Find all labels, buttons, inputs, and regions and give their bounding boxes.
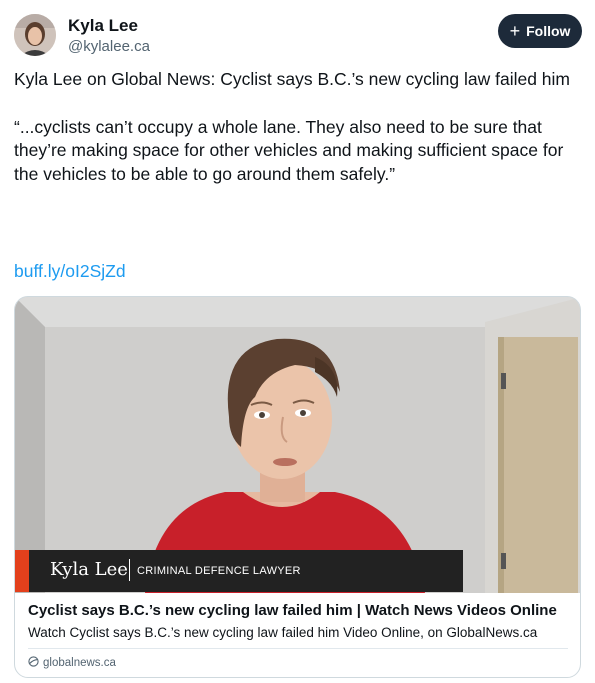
card-domain-row[interactable]: globalnews.ca <box>28 656 116 670</box>
post-header: Kyla Lee @kylalee.ca + Follow <box>14 12 582 58</box>
author-handle[interactable]: @kylalee.ca <box>68 38 150 55</box>
video-thumbnail[interactable]: Kyla Lee CRIMINAL DEFENCE LAWYER <box>15 297 580 593</box>
plus-icon: + <box>509 21 521 41</box>
globe-icon <box>28 656 39 670</box>
lower-third-name: Kyla Lee <box>50 559 128 580</box>
post-headline: Kyla Lee on Global News: Cyclist says B.… <box>14 69 571 89</box>
link-preview-card[interactable]: Kyla Lee CRIMINAL DEFENCE LAWYER Cyclist… <box>14 296 581 678</box>
post-quote: “...cyclists can’t occupy a whole lane. … <box>14 116 564 184</box>
post-link[interactable]: buff.ly/oI2SjZd <box>14 261 126 282</box>
lower-third-accent <box>15 550 29 592</box>
author-name[interactable]: Kyla Lee <box>68 16 138 36</box>
card-divider <box>28 648 568 649</box>
lower-third-role: CRIMINAL DEFENCE LAWYER <box>137 565 301 577</box>
card-description: Watch Cyclist says B.C.’s new cycling la… <box>28 625 538 640</box>
card-title[interactable]: Cyclist says B.C.’s new cycling law fail… <box>28 602 557 619</box>
lower-third-banner: Kyla Lee CRIMINAL DEFENCE LAWYER <box>15 550 463 592</box>
lower-third-divider <box>129 559 130 581</box>
follow-button[interactable]: + Follow <box>498 14 582 48</box>
card-domain: globalnews.ca <box>43 657 116 669</box>
post-body: Kyla Lee on Global News: Cyclist says B.… <box>14 68 580 186</box>
thumbnail-image <box>15 297 580 593</box>
avatar[interactable] <box>14 14 56 56</box>
follow-label: Follow <box>526 23 571 39</box>
